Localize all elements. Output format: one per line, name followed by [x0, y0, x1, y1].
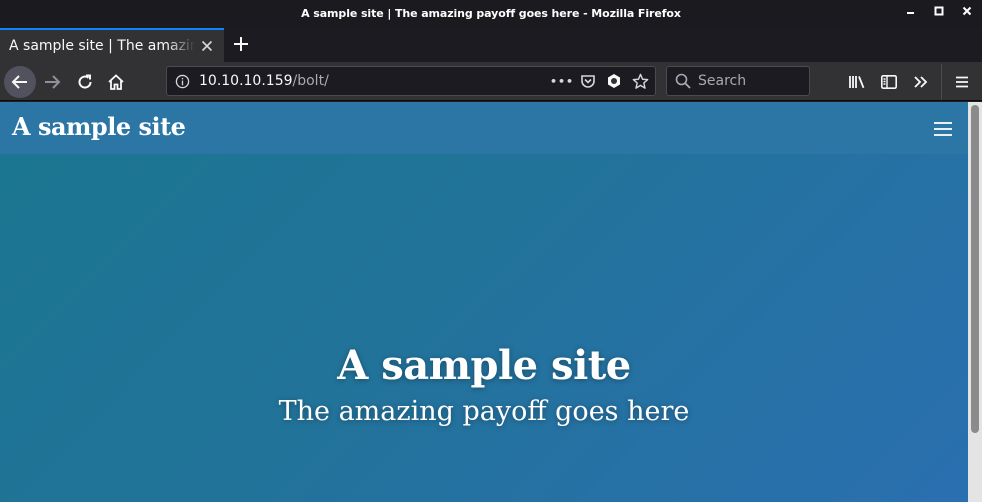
pocket-button[interactable]	[579, 72, 597, 90]
reload-button[interactable]	[71, 68, 99, 96]
back-arrow-icon	[11, 75, 27, 89]
minimize-icon	[907, 12, 914, 14]
tab-title: A sample site | The amazing payoff goes …	[9, 38, 195, 54]
menu-line	[934, 128, 952, 130]
bookmark-star-button[interactable]	[631, 72, 649, 90]
site-menu-toggle[interactable]	[934, 122, 952, 136]
page-actions-button[interactable]: •••	[549, 72, 575, 90]
sidebar-button[interactable]	[873, 66, 905, 98]
new-tab-button[interactable]	[230, 33, 252, 55]
forward-button[interactable]	[38, 68, 66, 96]
close-window-button[interactable]	[960, 5, 974, 21]
window-titlebar: A sample site | The amazing payoff goes …	[0, 0, 982, 28]
url-text[interactable]: 10.10.10.159/bolt/	[199, 73, 329, 89]
extension-button[interactable]	[605, 72, 623, 90]
menu-line	[934, 122, 952, 124]
url-host: 10.10.10.159	[199, 73, 293, 89]
tab-strip: A sample site | The amazing payoff goes …	[0, 28, 982, 62]
sidebar-icon	[880, 74, 897, 89]
scrollbar-thumb[interactable]	[971, 105, 979, 433]
library-icon	[849, 75, 865, 88]
navigation-toolbar: 10.10.10.159/bolt/ ••• Search	[0, 62, 982, 101]
hero-subtitle: The amazing payoff goes here	[278, 396, 690, 427]
search-placeholder: Search	[698, 73, 747, 89]
overflow-menu-button[interactable]	[905, 66, 937, 98]
overflow-chevron-icon	[914, 75, 928, 88]
url-bar[interactable]: 10.10.10.159/bolt/ •••	[166, 66, 656, 96]
minimize-button[interactable]	[904, 5, 918, 21]
maximize-button[interactable]	[932, 5, 946, 21]
close-icon	[201, 40, 213, 52]
app-menu-button[interactable]	[946, 66, 978, 98]
tab-close-button[interactable]	[199, 38, 215, 54]
toolbar-right	[841, 62, 982, 101]
pocket-icon	[581, 75, 595, 88]
hero-title: A sample site	[337, 342, 631, 389]
close-icon	[962, 6, 972, 16]
search-icon	[675, 73, 691, 93]
forward-arrow-icon	[45, 75, 61, 89]
reload-icon	[78, 74, 92, 89]
url-page-actions: •••	[549, 72, 649, 90]
more-icon: •••	[549, 74, 575, 88]
plus-icon	[234, 37, 248, 51]
tab-active[interactable]: A sample site | The amazing payoff goes …	[0, 28, 224, 62]
window-title: A sample site | The amazing payoff goes …	[301, 7, 681, 20]
site-header: A sample site	[0, 102, 968, 154]
maximize-icon	[934, 6, 944, 16]
menu-line	[934, 134, 952, 136]
hamburger-menu-icon	[956, 76, 968, 87]
star-icon	[632, 73, 648, 89]
page-viewport: A sample site A sample site The amazing …	[0, 102, 968, 502]
site-brand-link[interactable]: A sample site	[12, 112, 186, 141]
site-info-icon[interactable]	[175, 74, 190, 93]
search-bar[interactable]: Search	[666, 66, 810, 96]
library-button[interactable]	[841, 66, 873, 98]
window-controls	[904, 5, 974, 21]
back-button[interactable]	[4, 66, 36, 98]
url-path: /bolt/	[292, 73, 329, 89]
toolbar-separator	[941, 63, 942, 100]
home-icon	[108, 74, 124, 90]
home-button[interactable]	[102, 68, 130, 96]
extension-gear-icon	[608, 74, 620, 88]
vertical-scrollbar[interactable]	[968, 102, 982, 502]
